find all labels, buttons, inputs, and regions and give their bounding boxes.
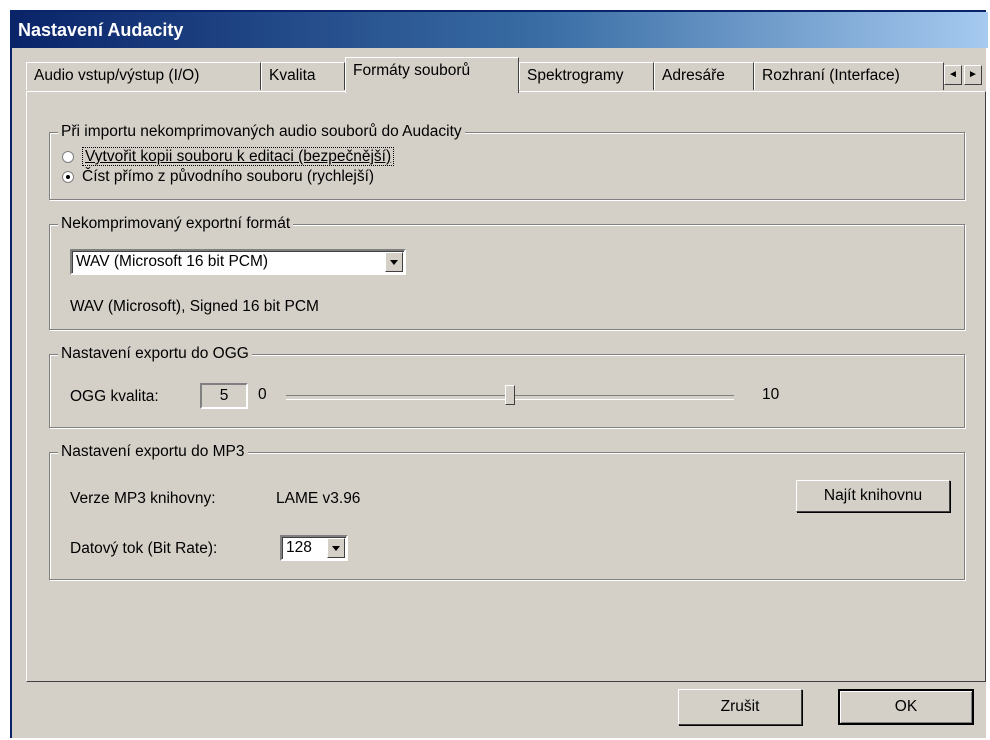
ogg-max-label: 10 bbox=[762, 386, 780, 403]
import-group-legend: Při importu nekomprimovaných audio soubo… bbox=[58, 122, 465, 142]
ok-button[interactable]: OK bbox=[838, 689, 974, 725]
radio-button-icon[interactable] bbox=[62, 151, 74, 163]
tab-directories[interactable]: Adresáře bbox=[654, 62, 754, 90]
tab-file-formats[interactable]: Formáty souborů bbox=[345, 57, 519, 93]
arrow-left-icon: ◄ bbox=[948, 69, 958, 80]
ogg-group-legend: Nastavení exportu do OGG bbox=[58, 344, 252, 364]
tab-interface[interactable]: Rozhraní (Interface) bbox=[754, 62, 944, 90]
mp3-group-legend: Nastavení exportu do MP3 bbox=[58, 442, 248, 462]
export-format-description: WAV (Microsoft), Signed 16 bit PCM bbox=[70, 298, 319, 315]
tab-audio-io[interactable]: Audio vstup/výstup (I/O) bbox=[26, 62, 261, 90]
radio-read-directly[interactable]: Číst přímo z původního souboru (rychlejš… bbox=[62, 167, 374, 187]
find-library-button[interactable]: Najít knihovnu bbox=[796, 480, 950, 512]
cancel-button[interactable]: Zrušit bbox=[678, 689, 802, 725]
title-bar[interactable]: Nastavení Audacity bbox=[12, 12, 988, 48]
export-format-value: WAV (Microsoft 16 bit PCM) bbox=[76, 253, 269, 270]
ogg-quality-slider-thumb[interactable] bbox=[505, 385, 515, 405]
bitrate-label: Datový tok (Bit Rate): bbox=[70, 540, 218, 557]
tab-scroll-left-button[interactable]: ◄ bbox=[944, 65, 962, 85]
ogg-quality-label: OGG kvalita: bbox=[70, 388, 159, 405]
radio-read-directly-label: Číst přímo z původního souboru (rychlejš… bbox=[82, 168, 375, 185]
file-formats-panel: Při importu nekomprimovaných audio soubo… bbox=[26, 91, 986, 682]
arrow-right-icon: ► bbox=[968, 69, 978, 80]
ogg-quality-value: 5 bbox=[200, 383, 248, 409]
bitrate-value: 128 bbox=[286, 539, 312, 556]
mp3-version-value: LAME v3.96 bbox=[276, 490, 361, 507]
chevron-down-icon[interactable] bbox=[385, 252, 403, 272]
tab-spectrograms[interactable]: Spektrogramy bbox=[519, 62, 654, 90]
chevron-down-icon[interactable] bbox=[327, 538, 345, 558]
ogg-min-label: 0 bbox=[258, 386, 267, 403]
radio-copy-file-label: Vytvořit kopii souboru k editaci (bezpeč… bbox=[82, 147, 395, 166]
export-format-group: Nekomprimovaný exportní formát WAV (Micr… bbox=[49, 214, 965, 330]
window-title: Nastavení Audacity bbox=[18, 20, 184, 40]
import-group: Při importu nekomprimovaných audio soubo… bbox=[49, 122, 965, 200]
mp3-group: Nastavení exportu do MP3 Verze MP3 kniho… bbox=[49, 442, 965, 580]
ogg-group: Nastavení exportu do OGG OGG kvalita: 5 … bbox=[49, 344, 965, 428]
tab-quality[interactable]: Kvalita bbox=[261, 62, 345, 90]
export-format-legend: Nekomprimovaný exportní formát bbox=[58, 214, 294, 234]
tab-scroll-right-button[interactable]: ► bbox=[964, 65, 982, 85]
tab-strip: Audio vstup/výstup (I/O) Kvalita Formáty… bbox=[26, 56, 986, 93]
radio-button-checked-icon[interactable] bbox=[62, 171, 74, 183]
radio-copy-file[interactable]: Vytvořit kopii souboru k editaci (bezpeč… bbox=[62, 147, 395, 167]
mp3-version-label: Verze MP3 knihovny: bbox=[70, 490, 216, 507]
bitrate-select[interactable]: 128 bbox=[280, 535, 348, 561]
export-format-select[interactable]: WAV (Microsoft 16 bit PCM) bbox=[70, 249, 406, 275]
preferences-window: Nastavení Audacity Audio vstup/výstup (I… bbox=[10, 10, 988, 738]
